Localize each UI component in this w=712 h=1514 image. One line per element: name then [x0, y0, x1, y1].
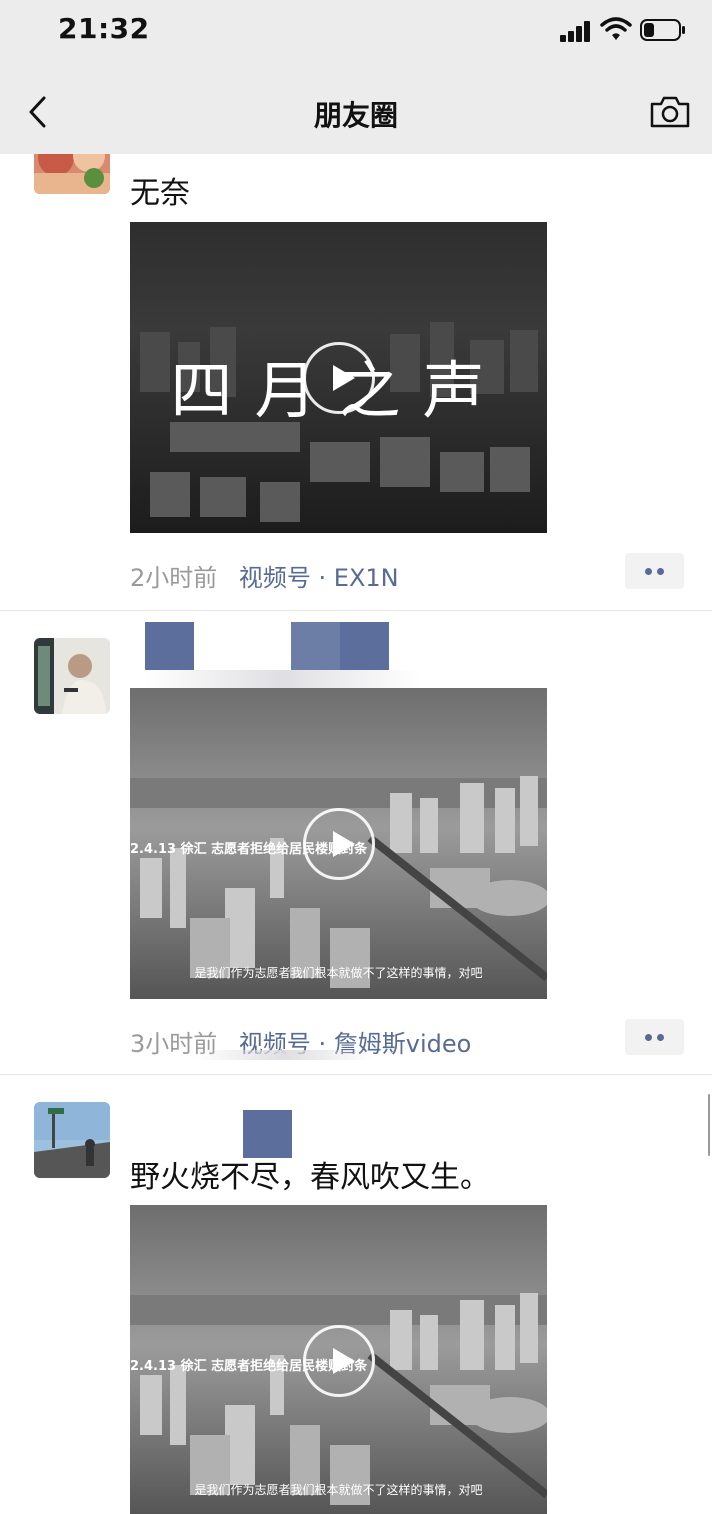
redacted-blur — [195, 1050, 375, 1060]
avatar[interactable] — [34, 154, 110, 194]
video-thumbnail[interactable]: 2.4.13 徐汇 志愿者拒绝给居民楼贴封条 是我们作为志愿者我们根本就做不了这… — [130, 1205, 547, 1514]
more-button[interactable] — [625, 1019, 684, 1055]
signal-icon — [560, 20, 592, 42]
video-thumbnail[interactable]: 四月之声 — [130, 222, 547, 533]
nav-bar: 朋友圈 — [0, 64, 712, 154]
play-icon[interactable] — [303, 342, 375, 414]
status-bar: 21:32 — [0, 0, 712, 64]
play-icon[interactable] — [303, 1325, 375, 1397]
avatar[interactable] — [34, 1102, 110, 1178]
page-title: 朋友圈 — [313, 99, 398, 132]
scroll-indicator[interactable] — [708, 1094, 710, 1156]
divider — [0, 610, 712, 611]
video-subtitle: 是我们作为志愿者我们根本就做不了这样的事情，对吧 — [194, 966, 483, 980]
redacted-mosaic — [243, 1110, 292, 1158]
post-meta: 2小时前 视频号 · EX1N — [130, 558, 399, 593]
post-time: 2小时前 — [130, 564, 218, 592]
play-icon[interactable] — [303, 808, 375, 880]
avatar[interactable] — [34, 638, 110, 714]
post-source-link[interactable]: 视频号 · EX1N — [239, 564, 399, 592]
more-button[interactable] — [625, 553, 684, 589]
post-text: 野火烧不尽，春风吹又生。 — [130, 1160, 490, 1195]
redacted-blur — [145, 670, 420, 690]
redacted-mosaic — [291, 622, 340, 670]
battery-icon — [640, 19, 685, 41]
video-subtitle: 是我们作为志愿者我们根本就做不了这样的事情，对吧 — [194, 1483, 483, 1497]
divider — [0, 1074, 712, 1075]
moments-feed[interactable]: 无奈 四月之声 2小时前 视频号 · EX1N 2.4.13 徐汇 志愿者拒绝给… — [0, 154, 712, 1514]
post-text: 无奈 — [130, 176, 190, 211]
status-time: 21:32 — [58, 12, 150, 45]
video-thumbnail[interactable]: 2.4.13 徐汇 志愿者拒绝给居民楼贴封条 是我们作为志愿者我们根本就做不了这… — [130, 688, 547, 999]
redacted-mosaic — [340, 622, 389, 670]
redacted-mosaic — [145, 622, 194, 670]
camera-icon[interactable] — [648, 94, 692, 130]
wifi-icon — [600, 17, 632, 40]
